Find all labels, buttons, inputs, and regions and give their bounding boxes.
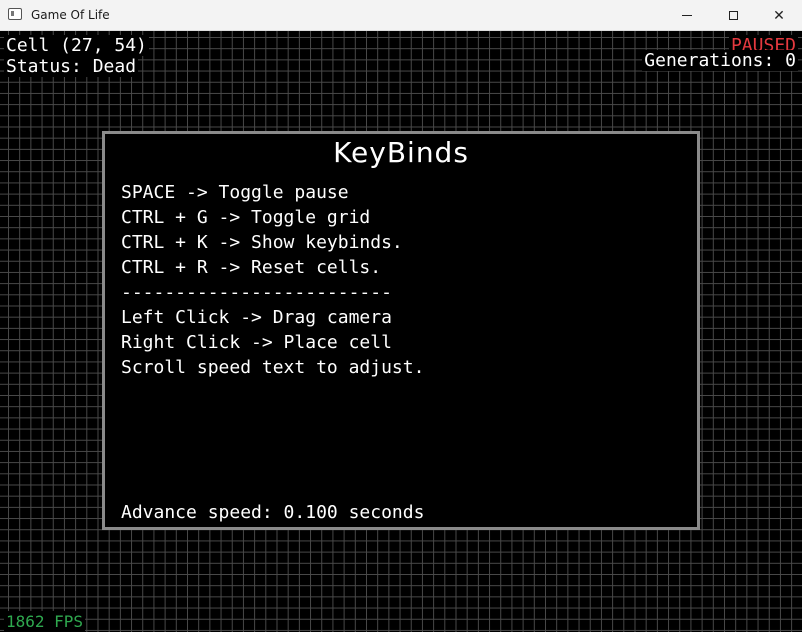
keybind-separator: ------------------------- bbox=[121, 282, 392, 303]
app-window-icon bbox=[8, 8, 22, 20]
close-icon: ✕ bbox=[773, 7, 785, 24]
keybinds-panel: KeyBinds SPACE -> Toggle pause CTRL + G … bbox=[102, 131, 700, 530]
keybind-line-reset-cells: CTRL + R -> Reset cells. bbox=[121, 257, 382, 278]
keybind-line-toggle-grid: CTRL + G -> Toggle grid bbox=[121, 207, 371, 228]
minimize-icon bbox=[682, 15, 692, 16]
keybind-line-toggle-pause: SPACE -> Toggle pause bbox=[121, 182, 349, 203]
cell-status-readout: Status: Dead bbox=[4, 56, 139, 77]
game-window: Game Of Life ✕ Cell (27, 54) Status: Dea… bbox=[0, 0, 802, 632]
keybinds-title: KeyBinds bbox=[333, 136, 469, 169]
minimize-button[interactable] bbox=[664, 0, 710, 31]
keybind-line-place-cell: Right Click -> Place cell bbox=[121, 332, 392, 353]
close-button[interactable]: ✕ bbox=[756, 0, 802, 31]
game-canvas[interactable]: Cell (27, 54) Status: Dead PAUSED Genera… bbox=[0, 31, 802, 632]
fps-counter: 1862 FPS bbox=[4, 611, 86, 632]
maximize-button[interactable] bbox=[710, 0, 756, 31]
keybind-line-scroll-speed: Scroll speed text to adjust. bbox=[121, 357, 425, 378]
keybind-line-drag-camera: Left Click -> Drag camera bbox=[121, 307, 392, 328]
keybind-line-show-keybinds: CTRL + K -> Show keybinds. bbox=[121, 232, 403, 253]
generations-counter: Generations: 0 bbox=[642, 50, 798, 71]
window-title: Game Of Life bbox=[31, 8, 110, 22]
title-bar[interactable]: Game Of Life ✕ bbox=[0, 0, 802, 31]
maximize-icon bbox=[728, 11, 738, 20]
cell-coordinate-readout: Cell (27, 54) bbox=[4, 35, 149, 56]
advance-speed-control[interactable]: Advance speed: 0.100 seconds bbox=[121, 500, 424, 525]
